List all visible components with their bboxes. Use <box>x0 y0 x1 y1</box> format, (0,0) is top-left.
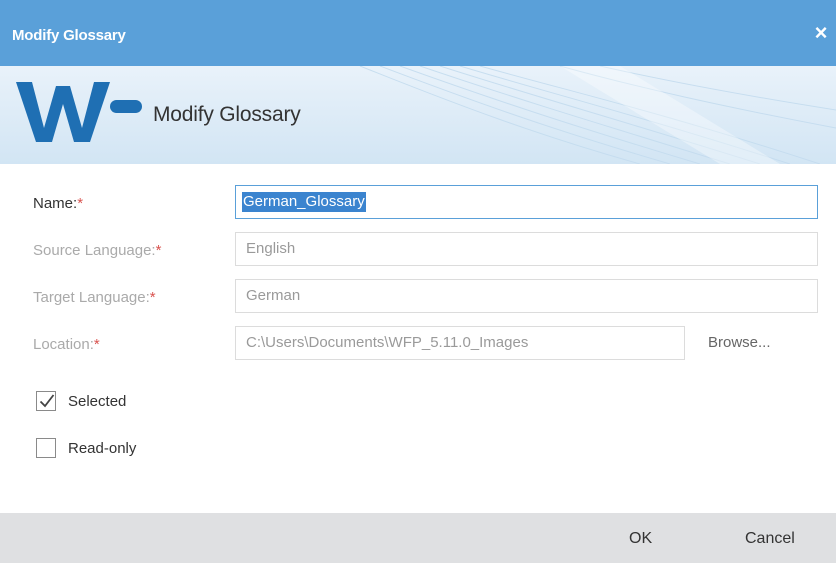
dialog-footer: OK Cancel <box>0 513 836 563</box>
target-language-label: Target Language:* <box>33 289 156 306</box>
target-language-field[interactable]: German <box>235 279 818 313</box>
required-marker: * <box>77 195 84 212</box>
source-language-field[interactable]: English <box>235 232 818 266</box>
banner-heading: Modify Glossary <box>153 103 301 126</box>
read-only-checkbox[interactable] <box>36 438 56 458</box>
selected-label: Selected <box>68 392 127 410</box>
required-marker: * <box>155 242 162 259</box>
close-icon[interactable]: × <box>810 20 832 46</box>
read-only-checkbox-row[interactable]: Read-only <box>36 438 136 458</box>
required-marker: * <box>149 289 156 306</box>
title-bar: Modify Glossary × <box>0 0 836 66</box>
browse-button[interactable]: Browse... <box>708 334 771 351</box>
dialog-title: Modify Glossary <box>12 27 126 44</box>
location-field[interactable]: C:\Users\Documents\WFP_5.11.0_Images <box>235 326 685 360</box>
cancel-button[interactable]: Cancel <box>745 530 795 548</box>
source-language-label-text: Source Language: <box>33 242 156 259</box>
header-banner: Modify Glossary <box>0 66 836 164</box>
name-input[interactable]: German_Glossary <box>235 185 818 219</box>
wf-logo-icon <box>16 82 142 142</box>
selected-checkbox[interactable] <box>36 391 56 411</box>
ok-button[interactable]: OK <box>629 530 652 548</box>
location-label: Location:* <box>33 336 100 353</box>
read-only-label: Read-only <box>68 439 137 457</box>
name-label: Name:* <box>33 195 83 212</box>
selected-checkbox-row[interactable]: Selected <box>36 391 126 411</box>
required-marker: * <box>93 336 100 353</box>
modify-glossary-dialog: Modify Glossary × Modify Glossary Name:* <box>0 0 836 563</box>
name-input-value: German_Glossary <box>242 192 366 212</box>
name-label-text: Name: <box>33 195 78 212</box>
target-language-label-text: Target Language: <box>33 289 150 306</box>
checkmark-icon <box>39 394 55 408</box>
location-label-text: Location: <box>33 336 94 353</box>
source-language-label: Source Language:* <box>33 242 161 259</box>
